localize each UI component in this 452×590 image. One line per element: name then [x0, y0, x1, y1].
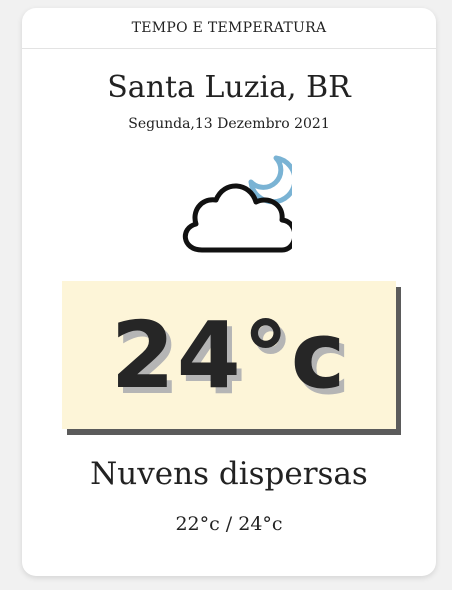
cloud-icon [183, 183, 298, 253]
date-text: Segunda,13 Dezembro 2021 [128, 116, 330, 132]
min-max-temperature: 22°c / 24°c [175, 513, 283, 535]
city-name: Santa Luzia, BR [107, 70, 351, 105]
moon-icon [248, 155, 298, 205]
header-title: TEMPO E TEMPERATURA [131, 20, 327, 36]
weather-description: Nuvens dispersas [90, 456, 368, 492]
temperature-value: 24°c [110, 301, 348, 409]
cloud-moon-icon [172, 148, 298, 258]
weather-card: TEMPO E TEMPERATURA Santa Luzia, BR Segu… [22, 8, 436, 576]
temperature-box: 24°c [62, 281, 396, 429]
card-header: TEMPO E TEMPERATURA [22, 8, 436, 49]
